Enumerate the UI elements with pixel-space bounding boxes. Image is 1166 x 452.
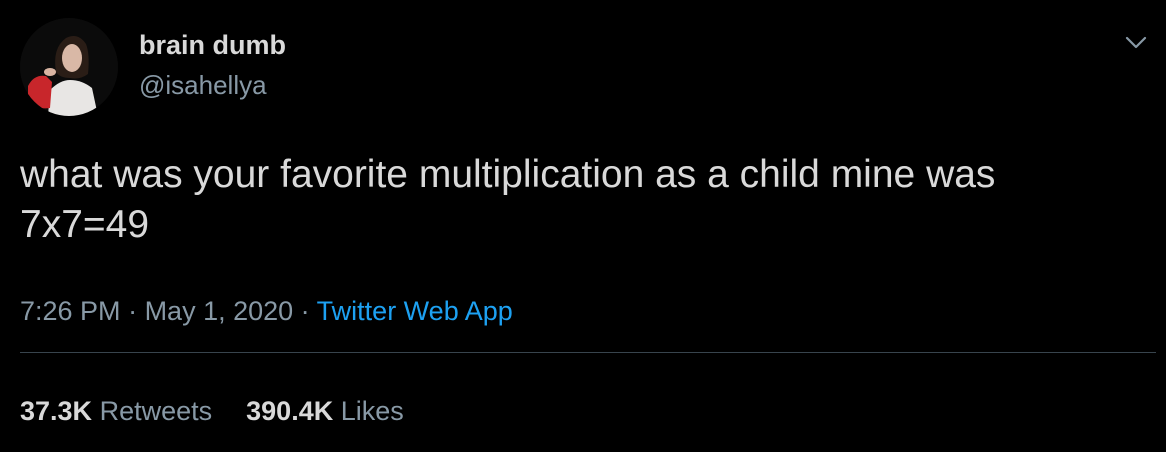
chevron-down-icon[interactable] (1122, 28, 1150, 56)
profile-photo-icon (20, 18, 118, 116)
tweet-time[interactable]: 7:26 PM (20, 296, 121, 326)
display-name[interactable]: brain dumb (139, 30, 286, 61)
retweets-count: 37.3K (20, 396, 93, 426)
retweets-label: Retweets (99, 396, 213, 426)
avatar[interactable] (20, 18, 118, 116)
likes-label: Likes (340, 396, 404, 426)
divider (20, 352, 1156, 353)
tweet-text-line: what was your favorite multiplication as… (20, 153, 996, 196)
tweet-text-line: 7x7=49 (20, 203, 150, 246)
tweet-card: brain dumb @isahellya what was your favo… (0, 0, 1166, 452)
retweets-stat[interactable]: 37.3K Retweets (20, 396, 212, 426)
meta-separator: · (120, 296, 145, 326)
user-handle[interactable]: @isahellya (139, 70, 267, 101)
tweet-source-link[interactable]: Twitter Web App (317, 296, 513, 326)
meta-separator: · (293, 296, 317, 326)
likes-count: 390.4K (246, 396, 334, 426)
tweet-text: what was your favorite multiplication as… (20, 150, 1150, 250)
tweet-date[interactable]: May 1, 2020 (145, 296, 294, 326)
tweet-meta: 7:26 PM · May 1, 2020 · Twitter Web App (20, 296, 513, 327)
tweet-stats: 37.3K Retweets 390.4K Likes (20, 396, 438, 427)
likes-stat[interactable]: 390.4K Likes (246, 396, 404, 426)
